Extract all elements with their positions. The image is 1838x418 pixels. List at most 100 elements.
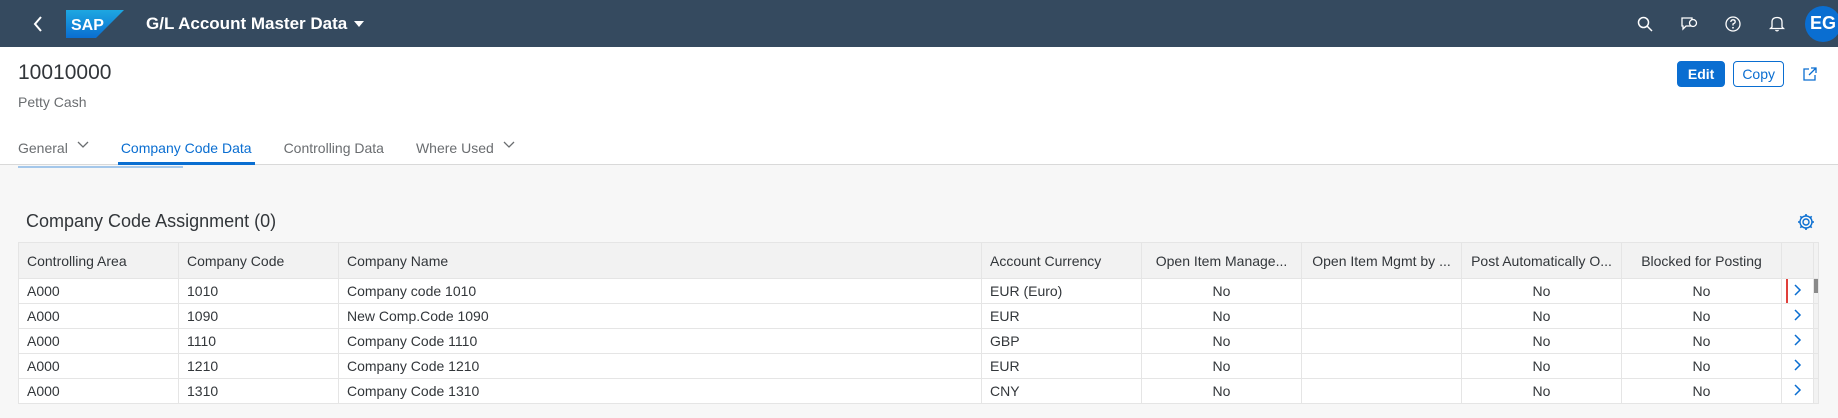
table-cell: No bbox=[1141, 278, 1302, 304]
table-cell: GBP bbox=[981, 328, 1142, 354]
tab-label: Where Used bbox=[415, 140, 494, 156]
object-subtitle: Petty Cash bbox=[18, 94, 87, 110]
object-title: 10010000 bbox=[18, 61, 112, 84]
column-header[interactable]: Open Item Mgmt by ... bbox=[1301, 242, 1462, 279]
row-navigation-cell[interactable] bbox=[1781, 328, 1814, 354]
table-cell: A000 bbox=[18, 303, 179, 329]
scrollbar-track[interactable] bbox=[1813, 328, 1819, 354]
table-cell: No bbox=[1621, 353, 1782, 379]
scrollbar-track[interactable] bbox=[1813, 278, 1819, 304]
notifications-button[interactable] bbox=[1755, 0, 1799, 47]
user-avatar[interactable]: EG bbox=[1805, 5, 1838, 42]
scrollbar-track[interactable] bbox=[1813, 303, 1819, 329]
table-cell: A000 bbox=[18, 353, 179, 379]
share-icon bbox=[1803, 67, 1817, 81]
copy-button[interactable]: Copy bbox=[1733, 61, 1784, 87]
tab-where-used[interactable]: Where Used bbox=[416, 131, 515, 165]
object-header: 10010000 Petty Cash Edit Copy General Co… bbox=[0, 47, 1838, 165]
svg-text:SAP: SAP bbox=[71, 17, 104, 34]
table-cell: EUR bbox=[981, 303, 1142, 329]
table-row[interactable]: A000 1310 Company Code 1310 CNY No No No bbox=[18, 378, 1819, 404]
scrollbar-track[interactable] bbox=[1813, 353, 1819, 379]
table-cell: CNY bbox=[981, 378, 1142, 404]
tab-bar: General Company Code Data Controlling Da… bbox=[18, 131, 547, 165]
row-navigation-cell[interactable] bbox=[1781, 303, 1814, 329]
chevron-right-icon bbox=[1793, 334, 1801, 346]
table-cell: A000 bbox=[18, 328, 179, 354]
scrollbar-track[interactable] bbox=[1813, 242, 1819, 279]
table-cell: No bbox=[1141, 353, 1302, 379]
tab-label: General bbox=[18, 140, 68, 156]
caret-down-icon bbox=[354, 20, 365, 27]
table-row[interactable]: A000 1090 New Comp.Code 1090 EUR No No No bbox=[18, 303, 1819, 329]
back-button[interactable] bbox=[20, 6, 56, 42]
column-header[interactable]: Account Currency bbox=[981, 242, 1142, 279]
table-cell: No bbox=[1621, 303, 1782, 329]
chevron-down-icon bbox=[503, 141, 515, 148]
table-cell: 1090 bbox=[178, 303, 339, 329]
table-cell bbox=[1301, 278, 1462, 304]
column-header[interactable]: Post Automatically O... bbox=[1461, 242, 1622, 279]
table-cell: Company code 1010 bbox=[338, 278, 982, 304]
table-settings-button[interactable] bbox=[1796, 212, 1816, 232]
table-cell: No bbox=[1141, 378, 1302, 404]
chevron-down-icon bbox=[77, 141, 89, 148]
table-cell: 1210 bbox=[178, 353, 339, 379]
help-button[interactable] bbox=[1711, 0, 1755, 47]
tab-company-code-data[interactable]: Company Code Data bbox=[117, 131, 255, 165]
column-header[interactable]: Open Item Manage... bbox=[1141, 242, 1302, 279]
app-title: G/L Account Master Data bbox=[146, 13, 348, 33]
feedback-button[interactable] bbox=[1667, 0, 1711, 47]
table-cell bbox=[1301, 328, 1462, 354]
table-cell: 1110 bbox=[178, 328, 339, 354]
scrollbar-track[interactable] bbox=[1813, 378, 1819, 404]
app-title-menu[interactable]: G/L Account Master Data bbox=[146, 13, 365, 34]
row-navigation-cell[interactable] bbox=[1781, 378, 1814, 404]
tab-label: Company Code Data bbox=[120, 140, 252, 156]
tab-general[interactable]: General bbox=[18, 131, 89, 165]
feedback-icon bbox=[1681, 16, 1698, 31]
search-button[interactable] bbox=[1623, 0, 1667, 47]
share-button[interactable] bbox=[1796, 61, 1824, 87]
table-cell: A000 bbox=[18, 378, 179, 404]
table-header-row: Controlling Area Company Code Company Na… bbox=[18, 242, 1819, 279]
table-cell bbox=[1301, 303, 1462, 329]
table-cell: No bbox=[1621, 278, 1782, 304]
row-navigation-cell[interactable] bbox=[1781, 278, 1814, 304]
table-row[interactable]: A000 1110 Company Code 1110 GBP No No No bbox=[18, 328, 1819, 354]
section-title: Company Code Assignment (0) bbox=[26, 210, 277, 231]
tab-label: Controlling Data bbox=[283, 140, 384, 156]
chevron-right-icon bbox=[1793, 309, 1801, 321]
column-header[interactable]: Company Code bbox=[178, 242, 339, 279]
table-cell: No bbox=[1461, 278, 1622, 304]
column-header[interactable]: Blocked for Posting bbox=[1621, 242, 1782, 279]
company-code-table: Controlling Area Company Code Company Na… bbox=[18, 242, 1819, 404]
table-cell: Company Code 1110 bbox=[338, 328, 982, 354]
table-cell: No bbox=[1621, 328, 1782, 354]
gear-icon bbox=[1798, 214, 1814, 230]
edit-button[interactable]: Edit bbox=[1676, 61, 1726, 87]
table-cell: No bbox=[1461, 328, 1622, 354]
table-row[interactable]: A000 1010 Company code 1010 EUR (Euro) No No N… bbox=[18, 278, 1819, 304]
column-header[interactable]: Company Name bbox=[338, 242, 982, 279]
table-row[interactable]: A000 1210 Company Code 1210 EUR No No No bbox=[18, 353, 1819, 379]
row-navigation-cell[interactable] bbox=[1781, 353, 1814, 379]
sap-logo[interactable]: SAP bbox=[66, 9, 124, 38]
table-cell: No bbox=[1461, 378, 1622, 404]
table-cell bbox=[1301, 353, 1462, 379]
table-cell: New Comp.Code 1090 bbox=[338, 303, 982, 329]
back-icon bbox=[33, 15, 42, 32]
chevron-right-icon bbox=[1793, 359, 1801, 371]
table-cell: 1310 bbox=[178, 378, 339, 404]
table-cell: No bbox=[1461, 353, 1622, 379]
chevron-right-icon bbox=[1793, 384, 1801, 396]
table-cell: EUR (Euro) bbox=[981, 278, 1142, 304]
table-cell: No bbox=[1141, 328, 1302, 354]
table-cell: Company Code 1310 bbox=[338, 378, 982, 404]
scrollbar-thumb[interactable] bbox=[1814, 279, 1818, 293]
tab-controlling-data[interactable]: Controlling Data bbox=[284, 131, 384, 165]
search-icon bbox=[1637, 16, 1653, 32]
table-cell: No bbox=[1621, 378, 1782, 404]
table-cell: EUR bbox=[981, 353, 1142, 379]
column-header[interactable]: Controlling Area bbox=[18, 242, 179, 279]
